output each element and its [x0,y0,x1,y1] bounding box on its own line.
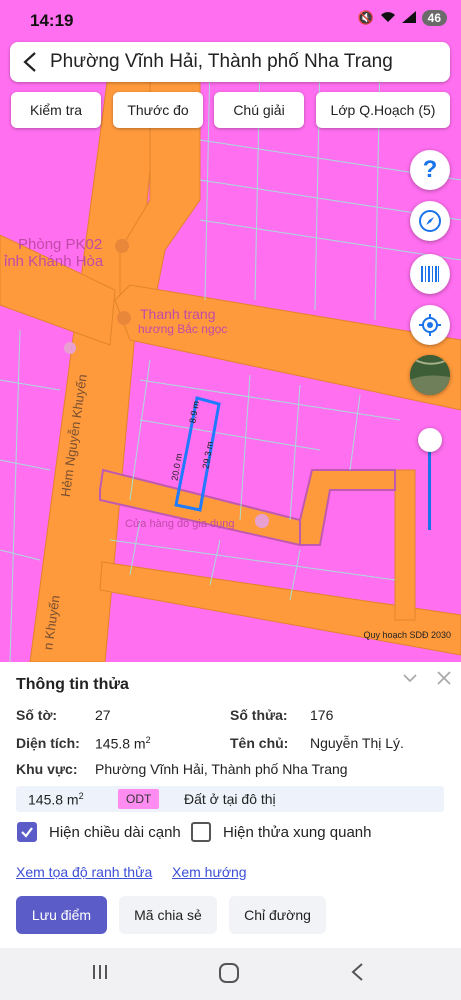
page-title: Phường Vĩnh Hải, Thành phố Nha Trang [50,51,393,72]
owner-value: Nguyễn Thị Lý. [310,735,404,751]
recent-apps-button[interactable] [90,962,110,987]
battery-icon: 46 [421,10,447,26]
crosshair-icon [419,314,441,336]
parcel-value: 176 [310,707,334,723]
question-icon: ? [422,156,438,183]
system-nav-bar [0,948,461,1000]
back-button[interactable] [10,42,50,82]
check-button[interactable]: Kiểm tra [11,92,101,128]
map-label-poi-2b: hương Bắc ngọc [138,322,228,336]
home-icon [219,963,239,983]
map-view[interactable]: Phòng PK02 ỉnh Khánh Hòa Thanh trang hươ… [0,0,461,662]
barcode-icon [421,266,439,282]
area-value: 145.8 m2 [95,735,151,752]
compass-button[interactable] [410,201,450,241]
mute-icon: 🔇 [357,10,374,25]
status-time: 14:19 [30,11,74,30]
map-label-poi-1b: ỉnh Khánh Hòa [4,253,104,270]
recents-icon [93,965,107,979]
close-button[interactable] [436,670,452,691]
region-label: Khu vực: [16,761,78,777]
compass-icon [419,210,441,232]
status-bar: 14:19 🔇 46 [0,0,461,38]
barcode-button[interactable] [410,254,450,294]
owner-label: Tên chủ: [230,735,289,751]
save-point-button[interactable]: Lưu điểm [16,896,107,934]
land-use-area: 145.8 m2 [28,791,84,808]
panel-title: Thông tin thửa [16,676,129,693]
chevron-left-icon [23,52,36,72]
satellite-toggle[interactable] [410,355,450,395]
parcel-label: Số thửa: [230,707,288,723]
show-neighbors-checkbox[interactable]: Hiện thửa xung quanh [191,822,371,842]
share-code-button[interactable]: Mã chia sẻ [119,896,217,934]
show-edge-length-checkbox[interactable]: Hiện chiều dài cạnh [17,822,181,842]
chevron-down-icon [403,674,417,683]
land-use-row: 145.8 m2 ODT Đất ở tại đô thị [16,786,444,812]
road-right-vertical [394,469,416,621]
view-boundary-coords-link[interactable]: Xem tọa độ ranh thửa [16,864,152,880]
directions-button[interactable]: Chỉ đường [229,896,326,934]
measure-button[interactable]: Thước đo [113,92,203,128]
map-label-poi-1: Phòng PK02 [18,236,103,253]
poi-marker-4 [255,514,269,528]
map-credit: Quy hoạch SDĐ 2030 [363,630,451,640]
home-button[interactable] [218,962,240,989]
legend-button[interactable]: Chú giải [214,92,304,128]
poi-marker-3 [64,342,76,354]
collapse-button[interactable] [402,670,418,691]
lane-link [299,469,396,546]
checkbox-checked-icon[interactable] [17,822,37,842]
parcel-info-panel: Thông tin thửa Số tờ: 27 Số thửa: 176 Di… [0,662,461,948]
area-label: Diện tích: [16,735,80,751]
status-icons: 🔇 46 [357,10,447,26]
show-edge-length-label: Hiện chiều dài cạnh [49,823,181,841]
satellite-thumbnail-icon [410,355,450,395]
header-bar: Phường Vĩnh Hải, Thành phố Nha Trang [10,42,450,82]
layers-button[interactable]: Lớp Q.Hoạch (5) [316,92,450,128]
help-button[interactable]: ? [410,150,450,190]
land-use-code-badge: ODT [118,789,160,809]
show-neighbors-label: Hiện thửa xung quanh [223,823,372,841]
poi-marker-2 [117,311,131,325]
land-use-description: Đất ở tại đô thị [184,791,276,807]
road-east [114,284,461,411]
poi-marker-1 [115,239,129,253]
map-label-poi-3: Cửa hàng đồ gia dụng [125,518,235,530]
region-value: Phường Vĩnh Hải, Thành phố Nha Trang [95,761,348,777]
signal-icon [401,10,416,26]
checkbox-unchecked-icon[interactable] [191,822,211,842]
sheet-value: 27 [95,707,111,723]
back-icon [351,963,363,981]
locate-button[interactable] [410,305,450,345]
close-icon [437,671,451,685]
view-direction-link[interactable]: Xem hướng [172,864,247,880]
map-label-poi-2a: Thanh trang [140,306,216,322]
opacity-slider-track[interactable] [428,440,431,530]
sheet-label: Số tờ: [16,707,58,723]
back-nav-button[interactable] [348,962,366,987]
opacity-slider-knob[interactable] [418,428,442,452]
wifi-icon [380,11,396,26]
